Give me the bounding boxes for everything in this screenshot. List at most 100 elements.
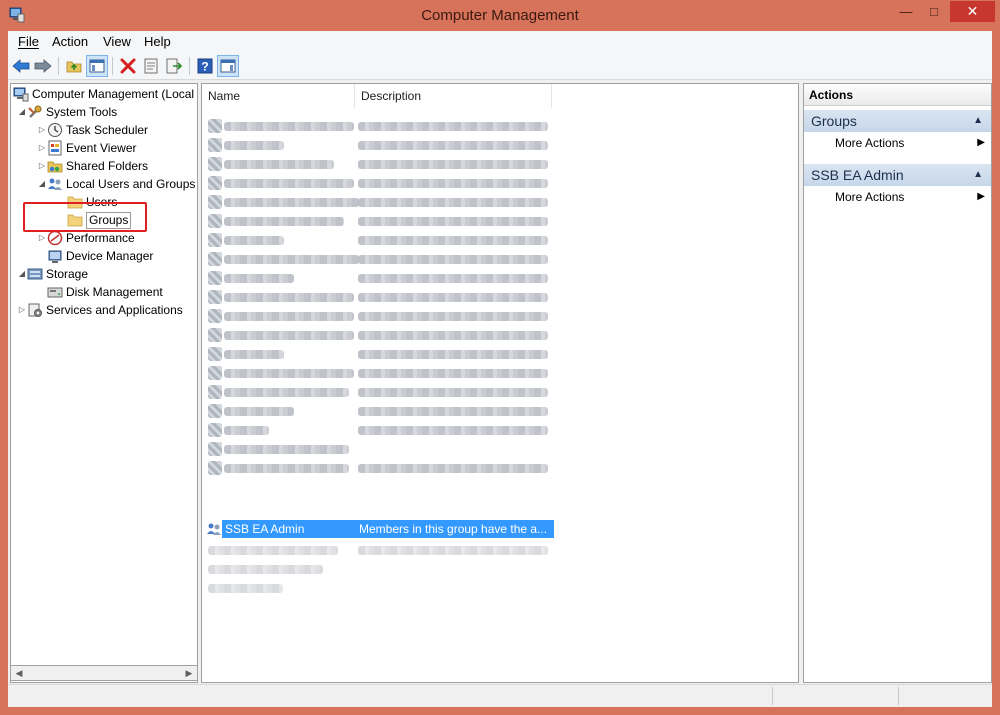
group-icon: [208, 385, 222, 399]
tree-item-local-users-and-groups[interactable]: ◢ Local Users and Groups: [37, 175, 195, 193]
table-row[interactable]: [206, 212, 553, 230]
table-row[interactable]: [206, 560, 553, 578]
group-icon: [208, 271, 222, 285]
table-row[interactable]: [206, 440, 553, 458]
table-row[interactable]: [206, 402, 553, 420]
close-button[interactable]: ✕: [950, 1, 995, 22]
collapsed-arrow-icon[interactable]: ▷: [17, 301, 27, 319]
help-button[interactable]: ?: [194, 55, 216, 77]
svg-text:?: ?: [201, 60, 208, 74]
menu-help[interactable]: Help: [142, 34, 173, 49]
export-list-icon: [166, 58, 182, 74]
table-row[interactable]: [206, 174, 553, 192]
computer-management-window: Computer Management — □ ✕ File Action Vi…: [0, 0, 1000, 715]
collapsed-arrow-icon[interactable]: ▷: [37, 157, 47, 175]
minimize-button[interactable]: —: [893, 1, 919, 22]
delete-button[interactable]: [117, 55, 139, 77]
table-row[interactable]: [206, 383, 553, 401]
action-section-ssb-ea-admin[interactable]: SSB EA Admin ▲: [804, 164, 991, 186]
table-row[interactable]: [206, 364, 553, 382]
tree-item-services-and-applications[interactable]: ▷ Services and Applications: [17, 301, 183, 319]
tree-item-disk-management[interactable]: Disk Management: [47, 283, 163, 301]
table-row[interactable]: [206, 250, 553, 268]
table-row[interactable]: [206, 231, 553, 249]
redacted-name: [224, 122, 354, 131]
tree-item-task-scheduler[interactable]: ▷ Task Scheduler: [37, 121, 148, 139]
table-row[interactable]: [206, 155, 553, 173]
table-row[interactable]: [206, 136, 553, 154]
menu-file-label: File: [18, 34, 39, 49]
menu-action[interactable]: Action: [50, 34, 90, 49]
tree-label: Device Manager: [66, 249, 154, 263]
table-row[interactable]: [206, 579, 553, 597]
redacted-name: [208, 584, 283, 593]
group-icon: [207, 523, 221, 535]
tree-label: System Tools: [46, 105, 118, 119]
table-row[interactable]: [206, 117, 553, 135]
menu-file[interactable]: File: [16, 34, 41, 49]
table-row[interactable]: [206, 421, 553, 439]
redacted-description: [358, 546, 548, 555]
group-icon: [208, 423, 222, 437]
table-row[interactable]: [206, 345, 553, 363]
maximize-icon: □: [930, 4, 938, 19]
more-actions-ssb-ea-admin[interactable]: More Actions ▶: [835, 188, 985, 206]
collapse-up-icon[interactable]: ▲: [973, 164, 983, 186]
show-hide-tree-button[interactable]: [86, 55, 108, 77]
collapse-up-icon[interactable]: ▲: [973, 110, 983, 132]
column-header-name[interactable]: Name: [202, 84, 355, 108]
clock-icon: [48, 123, 62, 137]
up-folder-button[interactable]: [63, 55, 85, 77]
tree-label: Local Users and Groups: [66, 177, 196, 191]
console-tree[interactable]: Computer Management (Local ◢ System Tool…: [10, 83, 198, 683]
table-row[interactable]: [206, 459, 553, 477]
scroll-left-icon[interactable]: ◀: [11, 666, 27, 680]
tree-item-device-manager[interactable]: Device Manager: [47, 247, 153, 265]
column-header-description[interactable]: Description: [355, 84, 552, 108]
collapsed-arrow-icon[interactable]: ▷: [37, 139, 47, 157]
redacted-name: [224, 445, 349, 454]
expanded-arrow-icon[interactable]: ◢: [17, 265, 27, 283]
groups-list[interactable]: Name Description SSB EA Admin Members in…: [201, 83, 799, 683]
properties-button[interactable]: [140, 55, 162, 77]
forward-button[interactable]: [32, 55, 54, 77]
table-row[interactable]: [206, 288, 553, 306]
tree-item-storage[interactable]: ◢ Storage: [17, 265, 88, 283]
title-bar[interactable]: Computer Management — □ ✕: [0, 0, 1000, 31]
table-row[interactable]: [206, 269, 553, 287]
show-hide-action-pane-button[interactable]: [217, 55, 239, 77]
table-row-selected[interactable]: SSB EA Admin Members in this group have …: [222, 520, 554, 538]
group-icon: [208, 328, 222, 342]
scroll-right-icon[interactable]: ▶: [181, 666, 197, 680]
tree-label: Computer Management (Local: [32, 87, 195, 101]
menu-view[interactable]: View: [101, 34, 133, 49]
redacted-name: [224, 274, 294, 283]
redacted-name: [224, 350, 284, 359]
expanded-arrow-icon[interactable]: ◢: [17, 103, 27, 121]
table-row[interactable]: [206, 307, 553, 325]
maximize-button[interactable]: □: [921, 1, 947, 22]
redacted-description: [358, 331, 548, 340]
more-actions-groups[interactable]: More Actions ▶: [835, 134, 985, 152]
redacted-name: [224, 160, 334, 169]
tree-item-event-viewer[interactable]: ▷ Event Viewer: [37, 139, 136, 157]
redacted-name: [224, 464, 349, 473]
group-icon: [208, 309, 222, 323]
export-list-button[interactable]: [163, 55, 185, 77]
redacted-name: [224, 388, 349, 397]
expanded-arrow-icon[interactable]: ◢: [37, 175, 47, 193]
tree-horizontal-scrollbar[interactable]: ◀ ▶: [11, 665, 197, 681]
action-section-groups[interactable]: Groups ▲: [804, 110, 991, 132]
group-icon: [208, 252, 222, 266]
collapsed-arrow-icon[interactable]: ▷: [37, 121, 47, 139]
tree-item-computer-management[interactable]: Computer Management (Local: [13, 85, 194, 103]
tree-item-shared-folders[interactable]: ▷ Shared Folders: [37, 157, 148, 175]
redacted-description: [358, 274, 548, 283]
storage-icon: [27, 268, 43, 280]
disk-management-icon: [47, 287, 63, 298]
table-row[interactable]: [206, 193, 553, 211]
back-button[interactable]: [10, 55, 32, 77]
table-row[interactable]: [206, 326, 553, 344]
tree-item-system-tools[interactable]: ◢ System Tools: [17, 103, 117, 121]
table-row[interactable]: [206, 541, 553, 559]
